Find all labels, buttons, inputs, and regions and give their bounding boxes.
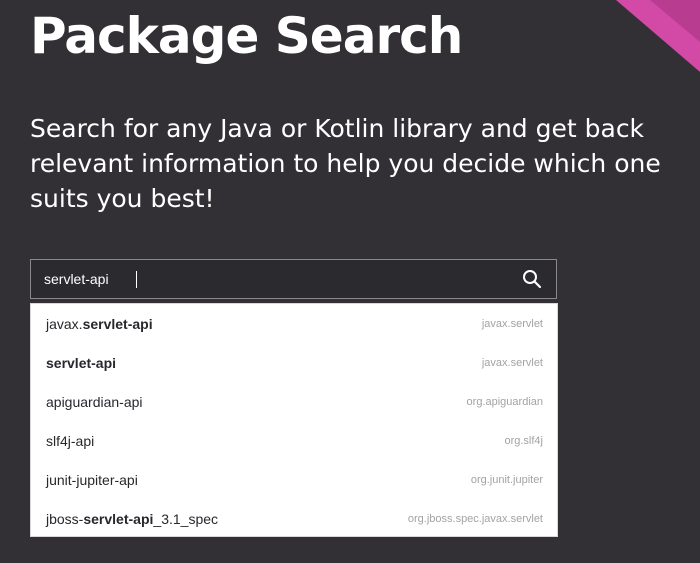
suggestion-group: javax.servlet bbox=[481, 357, 543, 369]
suggestion-item[interactable]: apiguardian-api org.apiguardian bbox=[31, 383, 557, 422]
suggestion-group: org.jboss.spec.javax.servlet bbox=[407, 513, 543, 525]
suggestion-item[interactable]: javax.servlet-api javax.servlet bbox=[31, 305, 557, 344]
corner-accent-inner bbox=[650, 0, 700, 42]
suggestion-name: slf4j-api bbox=[46, 433, 95, 449]
text-caret bbox=[136, 271, 137, 288]
suggestion-item[interactable]: jboss-servlet-api_3.1_spec org.jboss.spe… bbox=[31, 500, 557, 539]
suggestion-group: org.apiguardian bbox=[466, 396, 543, 408]
suggestion-item[interactable]: servlet-api javax.servlet bbox=[31, 344, 557, 383]
search-box bbox=[30, 259, 557, 299]
search-input[interactable] bbox=[44, 260, 504, 298]
search-icon[interactable] bbox=[522, 269, 542, 289]
suggestions-dropdown: javax.servlet-api javax.servlet servlet-… bbox=[30, 303, 558, 537]
page-title: Package Search bbox=[30, 7, 463, 65]
page-subtitle: Search for any Java or Kotlin library an… bbox=[30, 114, 661, 213]
suggestion-item[interactable]: slf4j-api org.slf4j bbox=[31, 422, 557, 461]
suggestion-name: javax.servlet-api bbox=[46, 316, 153, 332]
suggestion-group: javax.servlet bbox=[481, 318, 543, 330]
suggestion-group: org.slf4j bbox=[504, 435, 543, 447]
suggestion-group: org.junit.jupiter bbox=[470, 474, 543, 486]
suggestion-name: apiguardian-api bbox=[46, 394, 143, 410]
suggestion-name: junit-jupiter-api bbox=[46, 472, 138, 488]
suggestion-name: jboss-servlet-api_3.1_spec bbox=[46, 511, 219, 527]
suggestion-item[interactable]: junit-jupiter-api org.junit.jupiter bbox=[31, 461, 557, 500]
suggestion-name: servlet-api bbox=[46, 355, 117, 371]
